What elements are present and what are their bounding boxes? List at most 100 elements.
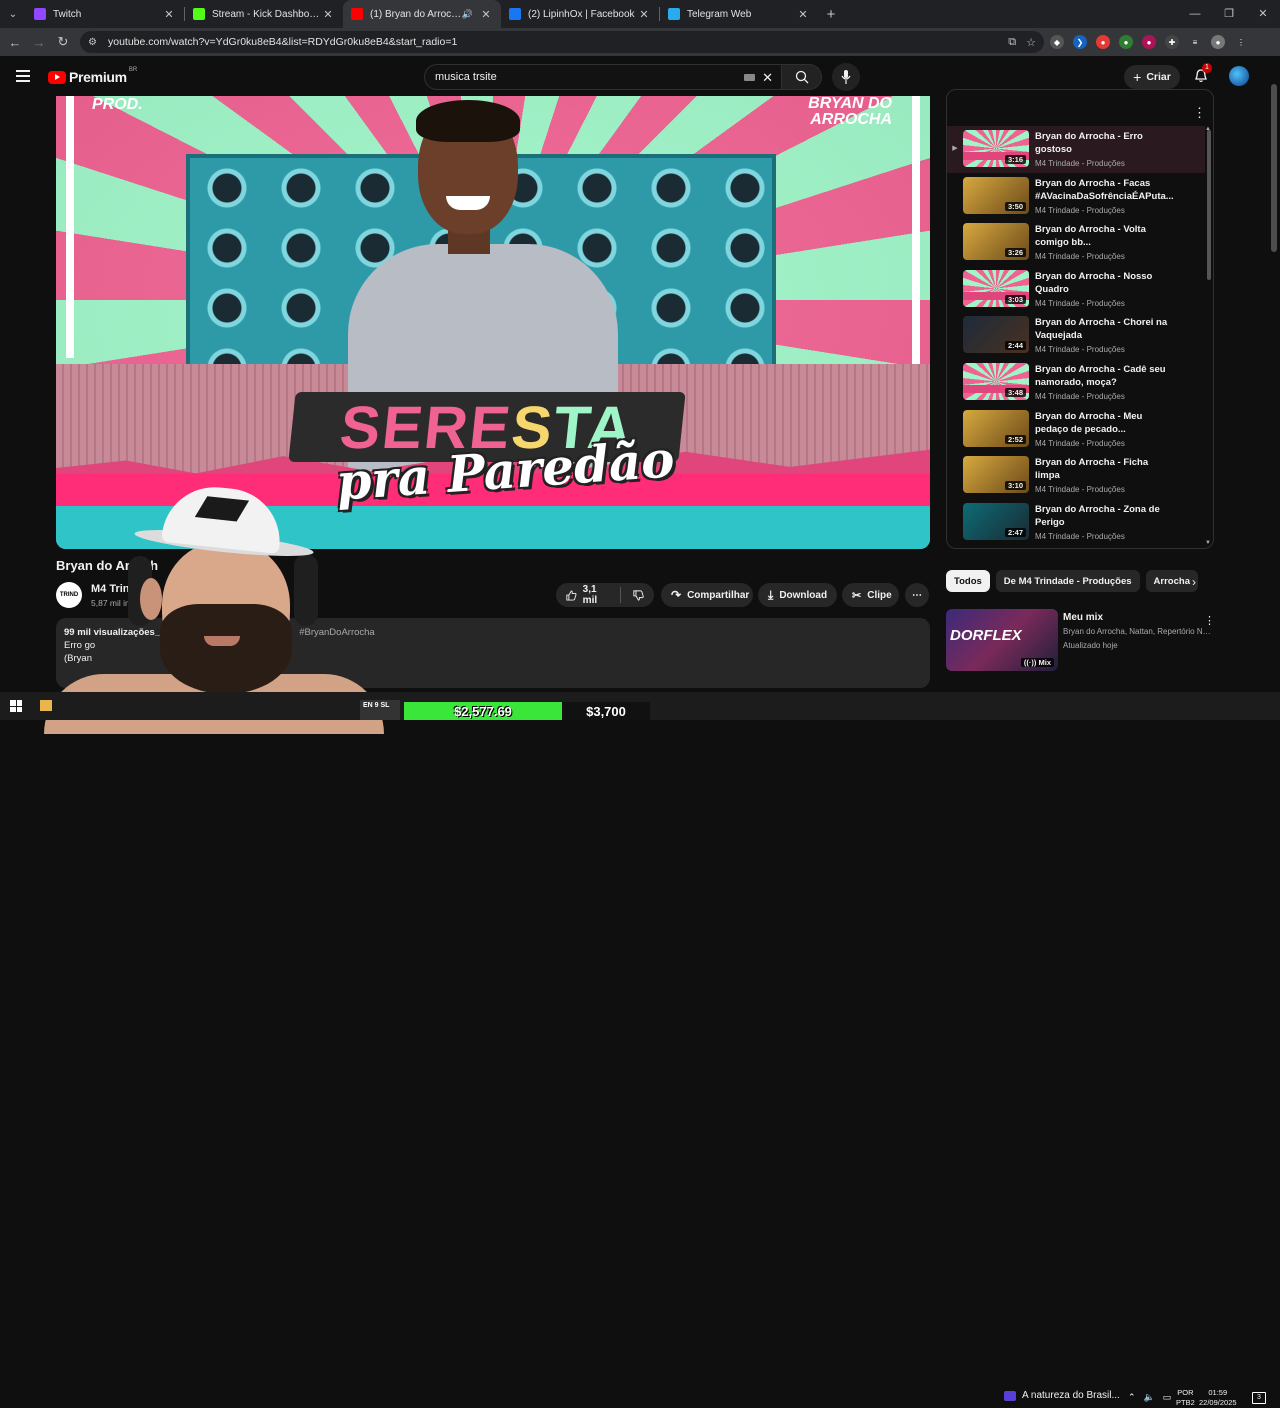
audio-playing-icon[interactable]: 🔊 — [462, 9, 473, 20]
news-widget[interactable]: A natureza do Brasil... — [1004, 1390, 1120, 1401]
extension-icon[interactable]: ● — [1096, 35, 1110, 49]
share-button[interactable]: ↷ Compartilhar — [661, 583, 753, 607]
chevron-right-icon[interactable]: › — [1192, 575, 1196, 589]
keyboard-icon[interactable] — [744, 74, 755, 81]
menu-icon[interactable] — [16, 70, 30, 82]
playlist-thumbnail[interactable]: 3:50 — [963, 176, 1029, 214]
playlist-item-channel: M4 Trindade - Produções — [1035, 345, 1125, 355]
video-duration: 2:52 — [1004, 434, 1026, 444]
news-icon — [1004, 1390, 1016, 1401]
puzzle-icon[interactable]: ✚ — [1165, 35, 1179, 49]
clock[interactable]: 01:59 22/09/2025 — [1199, 1388, 1237, 1408]
browser-tab[interactable]: Twitch ✕ — [26, 0, 184, 28]
filter-chip[interactable]: Arrocha — [1145, 570, 1198, 592]
site-info-icon[interactable]: ⚙ — [88, 37, 102, 48]
notification-center-icon[interactable]: 3 — [1252, 1392, 1266, 1404]
voice-search-button[interactable] — [832, 63, 860, 91]
more-icon: ⋯ — [912, 589, 922, 601]
browser-tab[interactable]: Telegram Web ✕ — [660, 0, 818, 28]
install-icon[interactable]: ⧉ — [1008, 36, 1016, 49]
restore-icon[interactable]: ❐ — [1212, 0, 1246, 28]
browser-tab[interactable]: Stream - Kick Dashboard ✕ — [185, 0, 343, 28]
playlist-item[interactable]: 2:44 Bryan do Arrocha - Chorei na Vaqueja… — [947, 312, 1205, 359]
playlist-item[interactable]: ▶ 3:16 Bryan do Arrocha - Erro gostoso M4 T… — [947, 126, 1205, 173]
like-dislike-group: 3,1 mil — [556, 583, 654, 607]
search-input[interactable]: musica trsite ✕ — [424, 64, 782, 90]
like-button[interactable]: 3,1 mil — [566, 584, 608, 606]
filter-chip[interactable]: De M4 Trindade - Produções — [995, 570, 1140, 592]
playlist-scrollbar[interactable] — [1207, 130, 1211, 280]
browser-tab[interactable]: (2) LipinhOx | Facebook ✕ — [501, 0, 659, 28]
profile-icon[interactable]: ● — [1211, 35, 1225, 49]
playlist-item[interactable]: 3:26 Bryan do Arrocha - Volta comigo bb..… — [947, 219, 1205, 266]
account-avatar[interactable] — [1229, 66, 1249, 86]
volume-icon[interactable]: 🔈 — [1144, 1392, 1155, 1403]
close-tab-icon[interactable]: ✕ — [321, 8, 335, 21]
notifications-button[interactable]: 1 — [1193, 63, 1212, 84]
scroll-down-icon[interactable]: ▼ — [1205, 540, 1211, 546]
page-scrollbar[interactable] — [1271, 84, 1277, 252]
playlist-thumbnail[interactable]: 2:47 — [963, 502, 1029, 540]
mix-card[interactable]: DORFLEX ((·)) Mix Meu mix Bryan do Arroc… — [946, 606, 1215, 676]
extension-icon[interactable]: ● — [1119, 35, 1133, 49]
playlist-menu-icon[interactable]: ⋮ — [1193, 105, 1206, 121]
network-icon[interactable]: ▭ — [1163, 1392, 1172, 1403]
browser-menu-icon[interactable]: ⋮ — [1234, 35, 1248, 49]
thumbs-down-icon[interactable] — [633, 589, 644, 602]
close-tab-icon[interactable]: ✕ — [637, 8, 651, 21]
playlist-item[interactable]: 3:03 Bryan do Arrocha - Nosso Quadro M4 Tr… — [947, 266, 1205, 313]
playlist-item[interactable]: 2:52 Bryan do Arrocha - Meu pedaço de pec… — [947, 406, 1205, 453]
more-actions-button[interactable]: ⋯ — [905, 583, 929, 607]
playlist-item-title: Bryan do Arrocha - Cadê seu namorado, mo… — [1035, 363, 1166, 388]
mix-subtitle: Bryan do Arrocha, Nattan, Repertório No.… — [1063, 627, 1211, 636]
playlist-thumbnail[interactable]: 3:10 — [963, 456, 1029, 494]
tab-search-icon[interactable]: ⌄ — [0, 0, 26, 28]
minimize-icon[interactable]: — — [1178, 0, 1212, 28]
url-field[interactable]: ⚙ youtube.com/watch?v=YdGr0ku8eB4&list=R… — [80, 31, 1044, 53]
new-tab-button[interactable]: + — [818, 6, 844, 23]
clip-button[interactable]: ✂ Clipe — [842, 583, 899, 607]
browser-tab[interactable]: (1) Bryan do Arrocha - Erro🔊 ✕ — [343, 0, 501, 28]
playlist-item[interactable]: 3:10 Bryan do Arrocha - Ficha limpa #AVac… — [947, 452, 1205, 499]
reload-icon[interactable]: ↻ — [51, 34, 75, 50]
back-icon[interactable]: ← — [3, 35, 27, 50]
playlist-thumbnail[interactable]: 3:26 — [963, 223, 1029, 261]
bookmark-star-icon[interactable]: ☆ — [1026, 36, 1036, 49]
file-explorer-icon[interactable] — [40, 700, 52, 711]
playlist-thumbnail[interactable]: 3:03 — [963, 269, 1029, 307]
playlist-item[interactable]: 2:47 Bryan do Arrocha - Zona de Perigo M4 … — [947, 499, 1205, 546]
input-language[interactable]: POR PTB2 — [1176, 1388, 1195, 1408]
close-window-icon[interactable]: ✕ — [1246, 0, 1280, 28]
keyboard-layout: PTB2 — [1176, 1398, 1195, 1407]
close-tab-icon[interactable]: ✕ — [162, 8, 176, 21]
close-tab-icon[interactable]: ✕ — [796, 8, 810, 21]
twitch-icon — [34, 8, 46, 20]
search-button[interactable] — [782, 64, 822, 90]
mix-thumbnail[interactable]: DORFLEX ((·)) Mix — [946, 609, 1058, 671]
download-button[interactable]: ⤓ Download — [758, 583, 837, 607]
playlist-thumbnail[interactable]: 3:16 — [963, 130, 1029, 167]
playlist-thumbnail[interactable]: 2:52 — [963, 409, 1029, 447]
language-code: POR — [1177, 1388, 1194, 1397]
video-duration: 3:10 — [1004, 481, 1026, 491]
windows-start-icon[interactable] — [10, 700, 22, 712]
playlist-thumbnail[interactable]: 3:48 — [963, 362, 1029, 400]
webcam-overlay — [44, 481, 384, 734]
extension-icon[interactable]: ❯ — [1073, 35, 1087, 49]
close-tab-icon[interactable]: ✕ — [479, 8, 493, 21]
video-player[interactable]: PROD. BRYAN DO ARROCHA SERE S TA pra Pared… — [56, 96, 930, 549]
create-button[interactable]: + Criar — [1124, 65, 1180, 89]
playlist-thumbnail[interactable]: 2:44 — [963, 316, 1029, 354]
media-control-icon[interactable]: ≡ — [1188, 35, 1202, 49]
chevron-up-icon[interactable]: ⌃ — [1128, 1392, 1136, 1403]
clear-search-icon[interactable]: ✕ — [762, 70, 773, 86]
shield-icon[interactable]: ◆ — [1050, 35, 1064, 49]
extension-icon[interactable]: ● — [1142, 35, 1156, 49]
filter-chip[interactable]: Todos — [946, 570, 990, 592]
forward-icon[interactable]: → — [27, 35, 51, 50]
playlist-item[interactable]: 3:50 Bryan do Arrocha - Facas #AVacinaDaS… — [947, 173, 1205, 220]
mix-title[interactable]: Meu mix — [1063, 612, 1103, 623]
youtube-logo[interactable]: Premium BR — [48, 67, 137, 85]
playlist-item[interactable]: 3:48 Bryan do Arrocha - Cadê seu namorado… — [947, 359, 1205, 406]
mix-menu-icon[interactable]: ⋮ — [1204, 614, 1215, 627]
